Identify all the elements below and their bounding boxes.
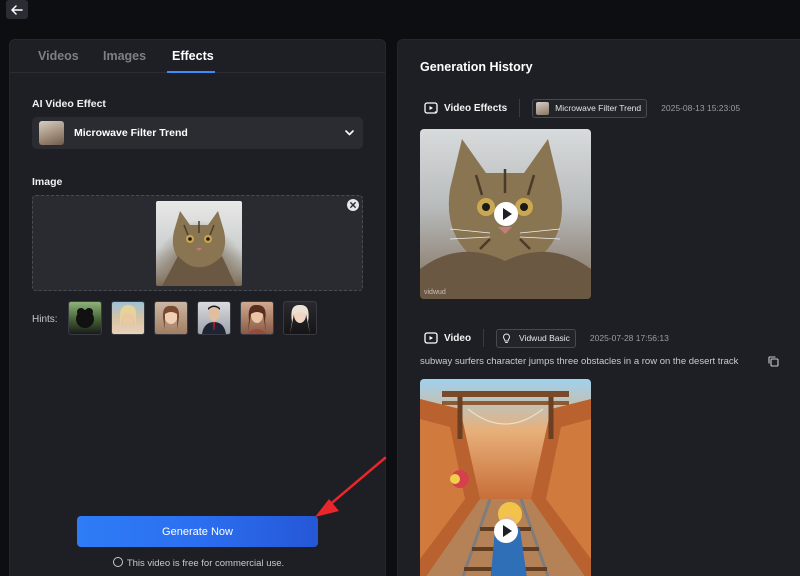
history-item-meta: Video Vidwud Basic 2025-07-28 17:56:13: [424, 327, 669, 349]
dog-image: [76, 308, 94, 328]
generate-now-button[interactable]: Generate Now: [77, 516, 318, 547]
commercial-use-text: This video is free for commercial use.: [126, 558, 285, 569]
active-tab-indicator: [167, 71, 215, 73]
history-item-time: 2025-07-28 17:56:13: [589, 333, 669, 343]
model-badge: Microwave Filter Trend: [532, 98, 648, 118]
generation-history-panel: Generation History Video Effects Microwa…: [397, 39, 800, 576]
effect-select[interactable]: Microwave Filter Trend: [32, 117, 363, 149]
model-badge-label: Vidwud Basic: [519, 333, 570, 343]
effect-thumbnail: [39, 121, 64, 145]
uploaded-image-preview: [156, 201, 242, 286]
chevron-down-icon: [345, 130, 354, 136]
hint-thumbnail[interactable]: [240, 301, 274, 335]
history-video-thumbnail[interactable]: vidwud: [420, 129, 591, 299]
history-item-meta: Video Effects Microwave Filter Trend 202…: [424, 97, 740, 119]
hint-thumbnail[interactable]: [154, 301, 188, 335]
hint-thumbnail[interactable]: [111, 301, 145, 335]
play-button[interactable]: [493, 202, 518, 226]
history-video-thumbnail[interactable]: [420, 379, 591, 576]
arrow-left-icon: [11, 4, 23, 15]
video-watermark: vidwud: [424, 289, 446, 296]
portrait-image: [247, 304, 267, 334]
effect-thumbnail: [536, 101, 550, 115]
copyright-icon: [112, 557, 123, 567]
mode-tabs: Videos Images Effects: [10, 40, 385, 73]
hints-label: Hints:: [32, 314, 58, 325]
history-item-type: Video: [444, 332, 472, 344]
tab-videos[interactable]: Videos: [38, 49, 79, 63]
annotation-arrow-icon: [315, 456, 387, 517]
hint-thumbnail[interactable]: [283, 301, 317, 335]
tab-images[interactable]: Images: [103, 49, 146, 63]
portrait-image: [162, 305, 180, 330]
copy-icon[interactable]: [768, 356, 779, 367]
divider: [483, 329, 485, 347]
play-button[interactable]: [493, 519, 518, 544]
subway-surfers-image: [420, 391, 591, 576]
model-badge: Vidwud Basic: [496, 328, 576, 348]
history-item-time: 2025-08-13 15:23:05: [661, 103, 741, 113]
video-effects-icon: [424, 102, 438, 114]
history-item-prompt: subway surfers character jumps three obs…: [420, 356, 739, 367]
video-icon: [424, 332, 438, 344]
hint-thumbnail[interactable]: [197, 301, 231, 335]
back-button[interactable]: [6, 0, 28, 19]
portrait-image: [290, 304, 310, 334]
image-section-label: Image: [32, 176, 63, 188]
effect-select-value: Microwave Filter Trend: [74, 127, 188, 139]
effect-section-label: AI Video Effect: [32, 98, 106, 110]
remove-image-button[interactable]: [347, 199, 359, 211]
divider: [519, 99, 521, 117]
commercial-use-note: This video is free for commercial use.: [10, 557, 387, 569]
history-title: Generation History: [420, 60, 533, 74]
portrait-image: [120, 305, 137, 328]
model-badge-label: Microwave Filter Trend: [555, 103, 642, 113]
image-upload-area[interactable]: [32, 195, 363, 291]
tab-effects[interactable]: Effects: [172, 49, 214, 63]
portrait-image: [202, 305, 226, 334]
history-item-type: Video Effects: [444, 102, 508, 114]
hint-thumbnail[interactable]: [68, 301, 102, 335]
cat-image: [162, 211, 236, 286]
bulb-icon: [503, 332, 510, 343]
